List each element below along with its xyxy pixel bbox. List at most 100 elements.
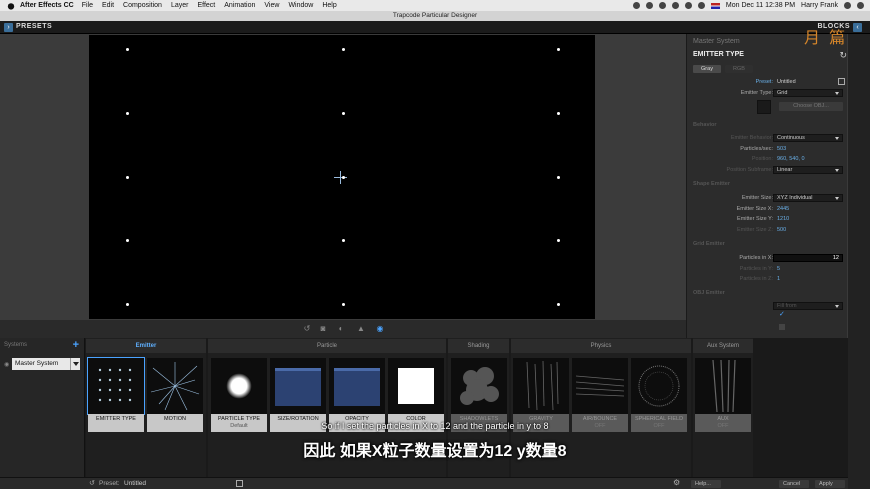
preset-label: Preset: <box>99 480 120 487</box>
menu-view[interactable]: View <box>264 2 279 9</box>
menu-extras: Mon Dec 11 12:38 PM Harry Frank <box>632 2 870 9</box>
tab-rgb[interactable]: RGB <box>725 65 753 73</box>
emitter-size-y-value[interactable]: 1210 <box>777 215 789 224</box>
menu-animation[interactable]: Animation <box>224 2 255 9</box>
gear-icon[interactable]: ⚙ <box>673 478 680 487</box>
grid-icon[interactable]: ▲ <box>356 324 366 333</box>
reset-view-icon[interactable]: ↺ <box>302 324 312 333</box>
aux-thumbnail <box>695 358 751 414</box>
menu-window[interactable]: Window <box>288 2 313 9</box>
emitter-size-x-label: Emitter Size X: <box>736 206 773 212</box>
particles-y-value[interactable]: 5 <box>777 265 780 274</box>
reset-preset-icon[interactable]: ↺ <box>89 479 95 487</box>
emitter-size-x-value[interactable]: 2445 <box>777 205 789 214</box>
size-rotation-thumbnail <box>270 358 326 414</box>
toggle-shading-icon[interactable]: ◐ <box>336 324 346 333</box>
apply-button[interactable]: Apply <box>815 480 845 488</box>
particle-dot <box>557 48 560 51</box>
obj-emitter-section: OBJ Emitter <box>693 290 725 296</box>
emitter-size-z-value[interactable]: 500 <box>777 226 786 235</box>
preview-viewer[interactable] <box>89 35 595 319</box>
shading-group-header[interactable]: Shading <box>448 339 509 353</box>
apple-icon[interactable] <box>7 2 15 10</box>
system-selector[interactable]: Master System <box>12 358 70 370</box>
aux-group-header[interactable]: Aux System <box>693 339 753 353</box>
particle-dot <box>126 111 129 115</box>
add-system-button[interactable]: + <box>73 339 79 351</box>
app-menu[interactable]: After Effects CC <box>20 2 74 9</box>
emitter-type-label: Emitter Type: <box>740 90 773 96</box>
camera-icon[interactable]: ◙ <box>318 324 328 333</box>
menu-list-icon[interactable] <box>857 2 864 9</box>
obj-fill-dropdown[interactable]: Fill from <box>773 302 843 310</box>
flag-icon[interactable] <box>710 2 720 9</box>
wifi-icon[interactable] <box>671 2 679 9</box>
position-subframe-label: Position Subframe: <box>726 167 773 173</box>
emitter-type-row: Emitter Type: Grid <box>693 89 845 98</box>
eye-icon[interactable]: ◉ <box>375 324 385 333</box>
particles-sec-label: Particles/sec: <box>740 146 773 152</box>
particle-group-header[interactable]: Particle <box>208 339 446 353</box>
emitter-size-row: Emitter Size: XYZ Individual <box>693 194 845 203</box>
emitter-behavior-dropdown[interactable]: Continuous <box>773 134 843 142</box>
particles-z-value[interactable]: 1 <box>777 275 780 284</box>
color-mode-tabs: Gray RGB <box>693 65 845 74</box>
emitter-group-header[interactable]: Emitter <box>86 339 206 353</box>
chevron-down-icon[interactable] <box>70 358 80 370</box>
position-subframe-dropdown[interactable]: Linear <box>773 166 843 174</box>
emitter-size-y-row: Emitter Size Y: 1210 <box>693 215 845 224</box>
save-preset-icon[interactable] <box>236 480 243 487</box>
save-preset-icon[interactable] <box>838 78 845 85</box>
particles-x-label: Particles in X: <box>739 255 773 261</box>
emitter-size-x-row: Emitter Size X: 2445 <box>693 205 845 214</box>
cancel-button[interactable]: Cancel <box>779 480 809 488</box>
particles-sec-value[interactable]: 503 <box>777 145 786 154</box>
reset-icon[interactable]: ↻ <box>839 50 847 61</box>
shape-emitter-section: Shape Emitter <box>693 181 730 187</box>
user-name[interactable]: Harry Frank <box>801 2 838 9</box>
emitter-type-dropdown[interactable]: Grid <box>773 89 843 97</box>
status-icon[interactable] <box>658 2 666 9</box>
emitter-behavior-label: Emitter Behavior: <box>730 135 773 141</box>
emitter-behavior-row: Emitter Behavior: Continuous <box>693 134 845 143</box>
checkmark-icon[interactable]: ✓ <box>779 310 785 318</box>
preset-name: Untitled <box>124 480 147 487</box>
watermark: 月 篇 <box>804 28 848 47</box>
eye-icon[interactable]: ◉ <box>4 361 9 368</box>
help-button[interactable]: Help... <box>691 480 721 488</box>
menu-effect[interactable]: Effect <box>197 2 215 9</box>
menu-edit[interactable]: Edit <box>102 2 114 9</box>
menu-bar: After Effects CC File Edit Composition L… <box>0 0 870 11</box>
choose-obj-button[interactable]: Choose OBJ... <box>779 102 843 111</box>
volume-icon[interactable] <box>684 2 692 9</box>
tab-gray[interactable]: Gray <box>693 65 721 73</box>
emitter-size-dropdown[interactable]: XYZ Individual <box>773 194 843 202</box>
clock[interactable]: Mon Dec 11 12:38 PM <box>726 2 795 9</box>
blocks-toggle-button[interactable]: ‹ <box>853 23 862 32</box>
search-icon[interactable] <box>844 2 851 9</box>
particles-x-input[interactable]: 12 <box>773 254 843 262</box>
menu-help[interactable]: Help <box>322 2 336 9</box>
particle-type-thumbnail <box>211 358 267 414</box>
checkbox[interactable] <box>779 324 785 330</box>
particle-dot <box>126 48 129 51</box>
particle-dot <box>557 303 560 306</box>
presets-toggle-button[interactable]: › <box>4 23 13 32</box>
presets-label[interactable]: PRESETS <box>16 23 52 30</box>
particle-dot <box>557 239 560 243</box>
menu-layer[interactable]: Layer <box>171 2 189 9</box>
particle-dot <box>126 175 129 179</box>
crosshair-icon <box>334 171 347 184</box>
particles-y-label: Particles in Y: <box>739 266 773 272</box>
obj-swatch <box>757 100 771 114</box>
battery-icon[interactable] <box>697 2 705 9</box>
status-icon[interactable] <box>632 2 640 9</box>
properties-panel: Master System EMITTER TYPE ↻ Gray RGB Pr… <box>686 34 870 338</box>
status-icon[interactable] <box>645 2 653 9</box>
emitter-size-z-row: Emitter Size Z: 500 <box>693 226 845 235</box>
master-system-title: Master System <box>693 38 740 45</box>
menu-composition[interactable]: Composition <box>123 2 162 9</box>
physics-group-header[interactable]: Physics <box>511 339 691 353</box>
menu-file[interactable]: File <box>82 2 93 9</box>
position-value[interactable]: 960, 540, 0 <box>777 155 805 164</box>
